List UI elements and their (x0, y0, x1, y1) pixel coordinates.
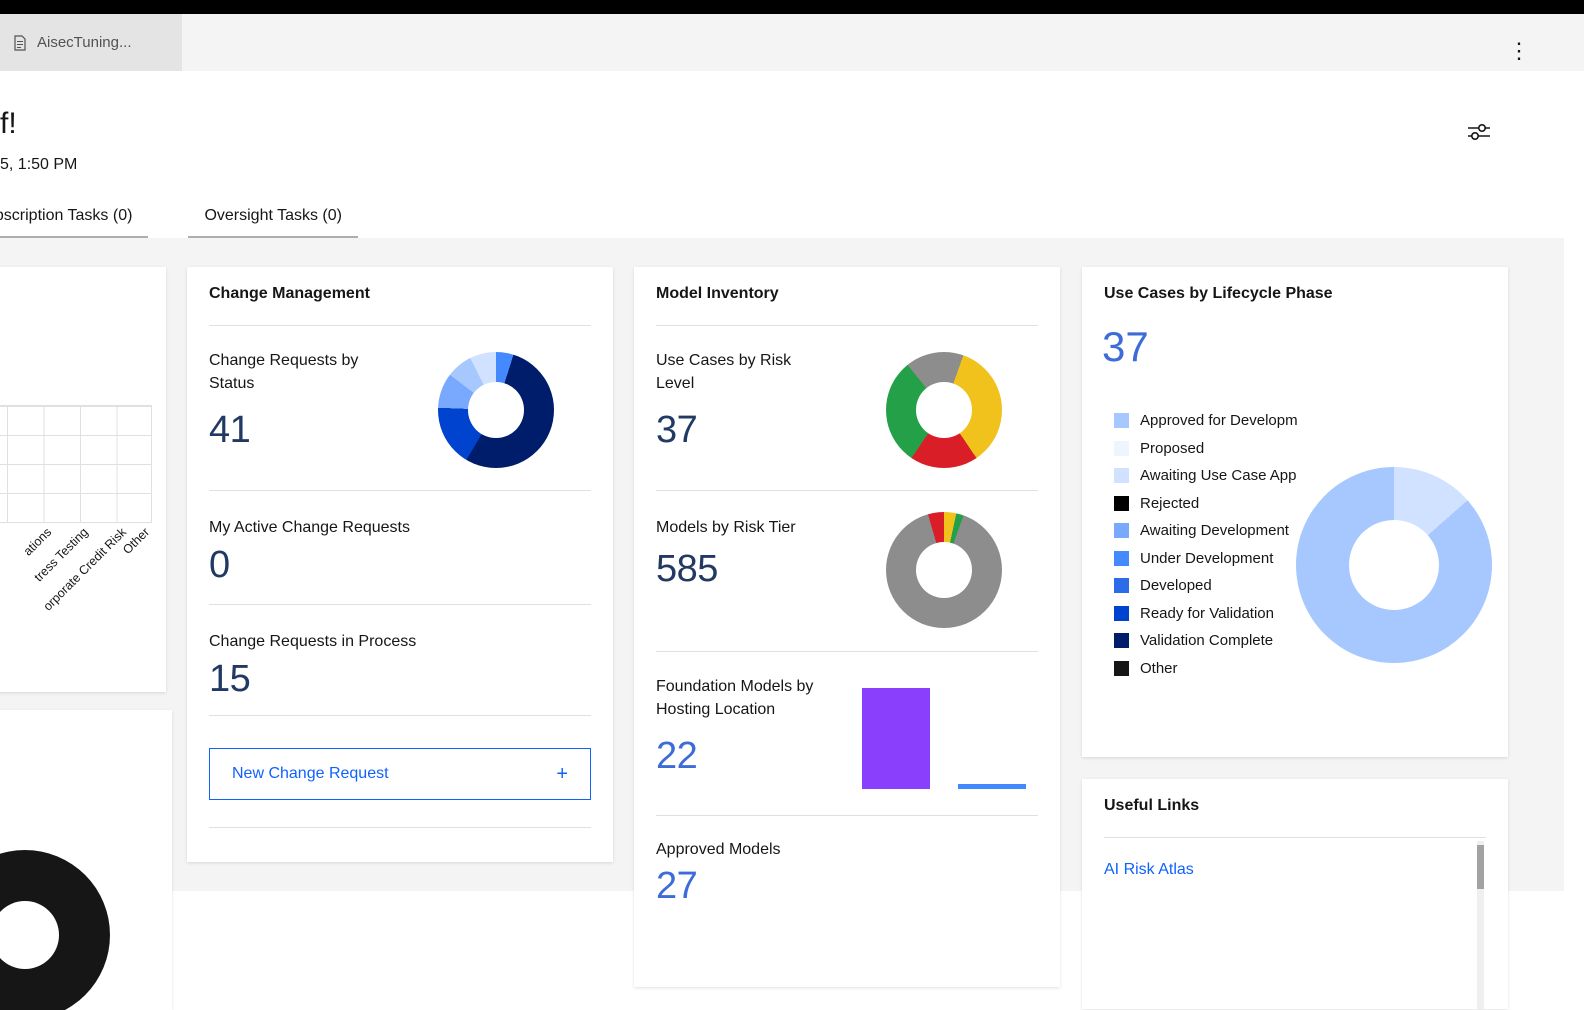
left-donut-card (0, 710, 172, 1010)
lifecycle-phase-card: Use Cases by Lifecycle Phase 37 Approved… (1082, 267, 1508, 757)
browser-tab-strip: AisecTuning... (0, 14, 1584, 71)
card-title: Use Cases by Lifecycle Phase (1104, 285, 1333, 303)
metric-label: Change Requests in Process (209, 630, 416, 653)
divider (656, 490, 1038, 491)
greeting-text: f! (0, 107, 17, 141)
legend-swatch (1114, 578, 1129, 593)
new-change-request-button[interactable]: New Change Request + (209, 748, 591, 800)
legend-swatch (1114, 523, 1129, 538)
card-title: Change Management (209, 285, 370, 303)
app-header: f! 5, 1:50 PM ubscription Tasks (0) Over… (0, 71, 1584, 238)
browser-tab-title: AisecTuning... (37, 34, 132, 51)
legend-label: Ready for Validation (1140, 605, 1274, 622)
legend-label: Under Development (1140, 550, 1273, 567)
card-scrollbar-thumb[interactable] (1477, 845, 1484, 889)
tab-subscription-tasks[interactable]: ubscription Tasks (0) (0, 207, 148, 238)
metric-value[interactable]: 22 (656, 735, 697, 778)
legend-item[interactable]: Validation Complete (1114, 627, 1298, 655)
chart-grid (0, 405, 152, 523)
kebab-menu-icon[interactable]: ⋮ (1508, 40, 1530, 62)
legend-label: Developed (1140, 577, 1212, 594)
tab-oversight-tasks[interactable]: Oversight Tasks (0) (188, 207, 358, 238)
legend-item[interactable]: Awaiting Development (1114, 517, 1298, 545)
legend-swatch (1114, 551, 1129, 566)
card-title: Model Inventory (656, 285, 779, 303)
metric-label: Change Requests by Status (209, 349, 384, 395)
document-icon (12, 35, 28, 51)
bar-segment[interactable] (958, 784, 1026, 789)
metric-value[interactable]: 0 (209, 544, 230, 587)
legend-swatch (1114, 496, 1129, 511)
legend-item[interactable]: Proposed (1114, 435, 1298, 463)
legend-label: Approved for Developm (1140, 412, 1298, 429)
legend-item[interactable]: Approved for Developm (1114, 407, 1298, 435)
useful-link[interactable]: AI Risk Atlas (1104, 861, 1194, 879)
metric-label: Models by Risk Tier (656, 516, 796, 539)
legend-item[interactable]: Under Development (1114, 545, 1298, 573)
metric-label: My Active Change Requests (209, 516, 410, 539)
partial-donut-chart[interactable] (0, 850, 110, 1010)
useful-links-card: Useful Links AI Risk Atlas (1082, 779, 1508, 1009)
legend-swatch (1114, 661, 1129, 676)
metric-label: Use Cases by Risk Level (656, 349, 816, 395)
divider (209, 715, 591, 716)
divider (1104, 837, 1486, 838)
axis-label: ations (20, 525, 53, 558)
legend-label: Awaiting Use Case App (1140, 467, 1296, 484)
legend-label: Awaiting Development (1140, 522, 1289, 539)
legend-item[interactable]: Awaiting Use Case App (1114, 462, 1298, 490)
models-by-risk-tier-donut[interactable] (886, 512, 1002, 628)
legend-swatch (1114, 468, 1129, 483)
timestamp: 5, 1:50 PM (0, 156, 77, 174)
lifecycle-phase-donut[interactable] (1296, 467, 1492, 663)
new-change-request-label: New Change Request (232, 765, 389, 783)
settings-adjust-icon[interactable] (1462, 117, 1496, 149)
metric-value[interactable]: 37 (656, 409, 697, 452)
lifecycle-total[interactable]: 37 (1102, 323, 1149, 371)
legend-swatch (1114, 606, 1129, 621)
legend-swatch (1114, 413, 1129, 428)
use-cases-by-risk-level-donut[interactable] (886, 352, 1002, 468)
legend-label: Validation Complete (1140, 632, 1273, 649)
divider (209, 827, 591, 828)
divider (209, 604, 591, 605)
metric-value[interactable]: 15 (209, 658, 250, 701)
divider (209, 490, 591, 491)
legend-swatch (1114, 633, 1129, 648)
legend-item[interactable]: Rejected (1114, 490, 1298, 518)
bar-segment[interactable] (862, 688, 930, 789)
task-tabs: ubscription Tasks (0) Oversight Tasks (0… (0, 207, 398, 238)
foundation-models-bar-chart[interactable] (862, 688, 1034, 789)
legend-label: Rejected (1140, 495, 1199, 512)
legend-item[interactable]: Other (1114, 655, 1298, 683)
legend-label: Proposed (1140, 440, 1204, 457)
metric-value[interactable]: 27 (656, 865, 697, 908)
card-title: Useful Links (1104, 797, 1199, 815)
legend-item[interactable]: Developed (1114, 572, 1298, 600)
useful-links-list: AI Risk Atlas (1104, 861, 1194, 893)
metric-value[interactable]: 585 (656, 548, 718, 591)
change-requests-by-status-donut[interactable] (438, 352, 554, 468)
divider (656, 325, 1038, 326)
browser-top-bar (0, 0, 1584, 14)
plus-icon: + (556, 763, 568, 786)
lifecycle-legend: Approved for Developm Proposed Awaiting Us… (1114, 407, 1298, 682)
metric-label: Foundation Models by Hosting Location (656, 675, 826, 721)
metric-label: Approved Models (656, 838, 781, 861)
metric-value[interactable]: 41 (209, 409, 250, 452)
page-scrollbar-track[interactable] (1564, 238, 1584, 891)
browser-tab[interactable]: AisecTuning... (0, 14, 182, 71)
divider (656, 651, 1038, 652)
legend-item[interactable]: Ready for Validation (1114, 600, 1298, 628)
legend-label: Other (1140, 660, 1178, 677)
divider (209, 325, 591, 326)
change-management-card: Change Management Change Requests by Sta… (187, 267, 613, 862)
divider (656, 815, 1038, 816)
left-chart-card: ationstress Testingorporate Credit RiskO… (0, 267, 166, 692)
model-inventory-card: Model Inventory Use Cases by Risk Level … (634, 267, 1060, 987)
legend-swatch (1114, 441, 1129, 456)
